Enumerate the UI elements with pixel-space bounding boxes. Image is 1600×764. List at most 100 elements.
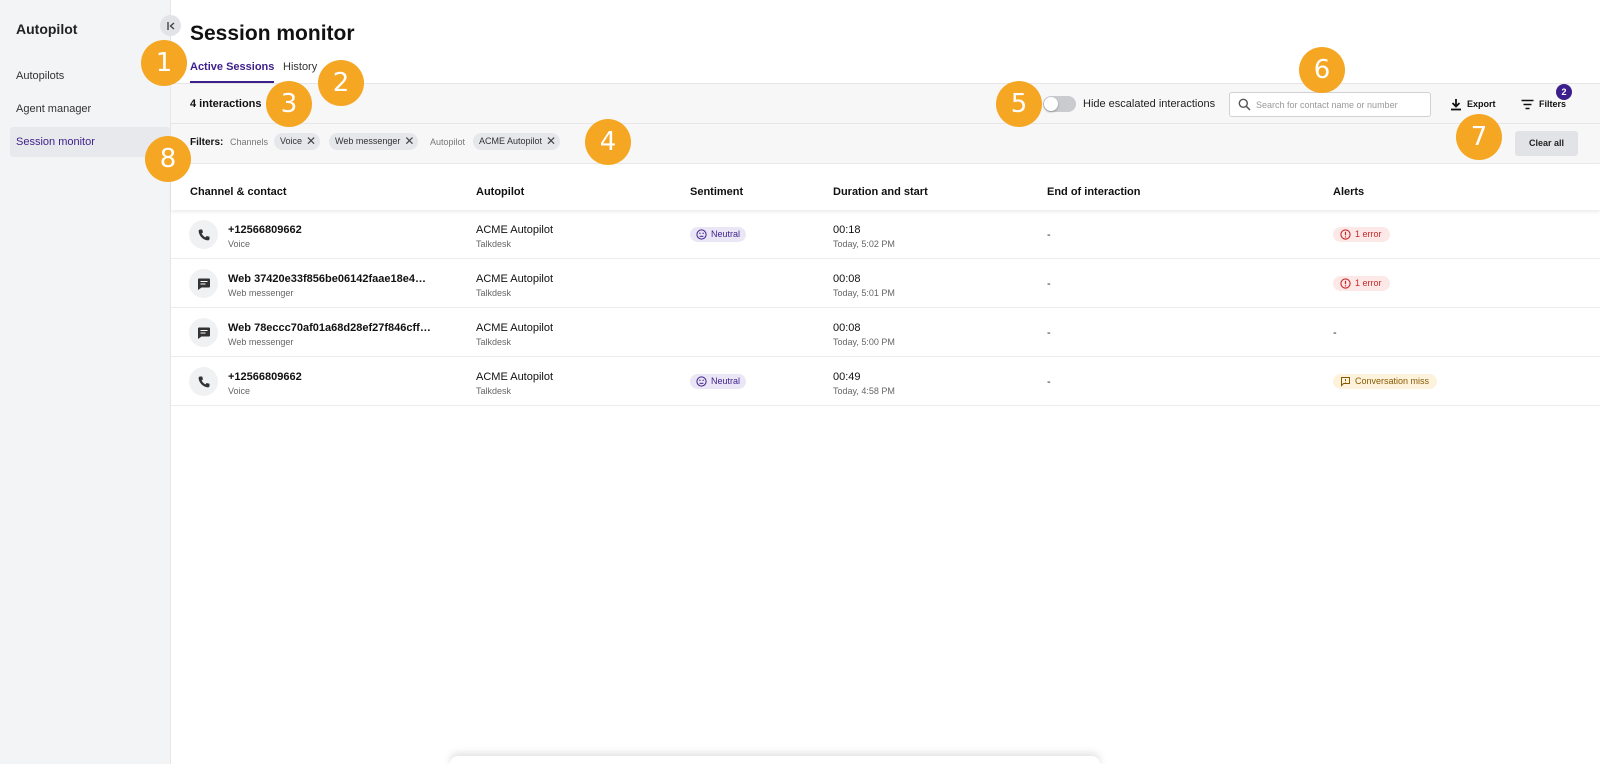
alert-label: 1 error: [1355, 278, 1382, 288]
collapse-left-icon: [166, 21, 174, 30]
channel-name: Voice: [228, 239, 251, 249]
tab-history[interactable]: History: [283, 61, 317, 83]
end-of-interaction: -: [1047, 278, 1051, 290]
start-time: Today, 4:58 PM: [833, 386, 895, 396]
app-title: Autopilot: [16, 21, 78, 37]
chat-icon: [189, 269, 218, 298]
contact-name[interactable]: Web 78eccc70af01a68d28ef27f846cff…: [228, 322, 431, 334]
column-header-autopilot[interactable]: Autopilot: [476, 186, 524, 198]
filter-chip-label: Web messenger: [335, 136, 401, 146]
error-icon: [1340, 278, 1351, 289]
alert-badge[interactable]: 1 error: [1333, 276, 1390, 291]
filters-heading: Filters:: [190, 137, 224, 148]
sentiment-badge: Neutral: [690, 227, 747, 242]
sidebar-item-agent-manager[interactable]: Agent manager: [10, 94, 170, 124]
sentiment-label: Neutral: [711, 229, 741, 239]
end-of-interaction: -: [1047, 229, 1051, 241]
column-header-duration[interactable]: Duration and start: [833, 186, 928, 198]
duration: 00:18: [833, 224, 861, 236]
duration: 00:08: [833, 322, 861, 334]
alert-label: Conversation miss: [1355, 376, 1430, 386]
callout-1: 1: [141, 40, 187, 86]
phone-icon: [189, 220, 218, 249]
close-icon[interactable]: ✕: [306, 133, 316, 150]
hide-escalated-toggle[interactable]: [1043, 96, 1076, 112]
company-name: Talkdesk: [476, 386, 512, 396]
column-header-channel[interactable]: Channel & contact: [190, 186, 287, 198]
neutral-face-icon: [696, 376, 707, 387]
autopilot-name: ACME Autopilot: [476, 224, 554, 236]
filter-group-autopilot: Autopilot: [430, 137, 466, 147]
bottom-panel-edge: [450, 756, 1100, 764]
filter-chip-web-messenger: Web messenger ✕: [329, 133, 419, 150]
callout-8: 8: [145, 136, 191, 182]
callout-2: 2: [318, 60, 364, 106]
message-alert-icon: [1341, 377, 1350, 387]
callout-5: 5: [996, 81, 1042, 127]
autopilot-name: ACME Autopilot: [476, 322, 554, 334]
company-name: Talkdesk: [476, 288, 512, 298]
column-header-end[interactable]: End of interaction: [1047, 186, 1141, 198]
table-header: Channel & contact Autopilot Sentiment Du…: [171, 164, 1600, 210]
search-input[interactable]: [1256, 95, 1426, 114]
collapse-sidebar-button[interactable]: [160, 15, 181, 36]
active-filters-bar: Filters: Channels Voice ✕ Web messenger …: [171, 124, 1600, 164]
error-icon: [1340, 229, 1351, 240]
toggle-knob: [1044, 97, 1058, 111]
company-name: Talkdesk: [476, 239, 512, 249]
contact-name[interactable]: +12566809662: [228, 224, 302, 236]
autopilot-name: ACME Autopilot: [476, 371, 554, 383]
clear-all-button[interactable]: Clear all: [1515, 131, 1578, 156]
page-title: Session monitor: [190, 22, 355, 45]
filter-group-channels: Channels: [230, 137, 269, 147]
contact-name[interactable]: +12566809662: [228, 371, 302, 383]
filters-label: Filters: [1539, 99, 1567, 109]
filter-chip-voice: Voice ✕: [274, 133, 321, 150]
chat-icon: [189, 318, 218, 347]
duration: 00:49: [833, 371, 861, 383]
start-time: Today, 5:02 PM: [833, 239, 895, 249]
table-row[interactable]: Web 37420e33f856be06142faae18e4… Web mes…: [171, 259, 1600, 308]
duration: 00:08: [833, 273, 861, 285]
hide-escalated-label: Hide escalated interactions: [1083, 98, 1216, 110]
table-row[interactable]: +12566809662 Voice ACME Autopilot Talkde…: [171, 210, 1600, 259]
sidebar: Autopilot Autopilots Agent manager Sessi…: [0, 0, 171, 764]
start-time: Today, 5:00 PM: [833, 337, 895, 347]
alert-empty: -: [1333, 327, 1337, 339]
alert-badge[interactable]: 1 error: [1333, 227, 1390, 242]
callout-4: 4: [585, 119, 631, 165]
filter-icon: [1521, 99, 1534, 109]
callout-7: 7: [1456, 114, 1502, 160]
company-name: Talkdesk: [476, 337, 512, 347]
filter-chip-acme-autopilot: ACME Autopilot ✕: [473, 133, 561, 150]
alert-badge[interactable]: Conversation miss: [1333, 374, 1438, 389]
close-icon[interactable]: ✕: [546, 133, 556, 150]
contact-name[interactable]: Web 37420e33f856be06142faae18e4…: [228, 273, 426, 285]
table-row[interactable]: +12566809662 Voice ACME Autopilot Talkde…: [171, 357, 1600, 406]
neutral-face-icon: [696, 229, 707, 240]
close-icon[interactable]: ✕: [404, 133, 414, 150]
end-of-interaction: -: [1047, 376, 1051, 388]
alert-label: 1 error: [1355, 229, 1382, 239]
filters-count-badge: 2: [1556, 84, 1572, 100]
export-label: Export: [1467, 99, 1496, 109]
column-header-alerts[interactable]: Alerts: [1333, 186, 1364, 198]
column-header-sentiment[interactable]: Sentiment: [690, 186, 743, 198]
start-time: Today, 5:01 PM: [833, 288, 895, 298]
channel-name: Web messenger: [228, 337, 294, 347]
sentiment-label: Neutral: [711, 376, 741, 386]
filter-chip-label: Voice: [280, 136, 303, 146]
export-button[interactable]: Export: [1450, 94, 1496, 114]
interaction-count: 4 interactions: [190, 98, 262, 110]
callout-3: 3: [266, 81, 312, 127]
autopilot-name: ACME Autopilot: [476, 273, 554, 285]
table-row[interactable]: Web 78eccc70af01a68d28ef27f846cff… Web m…: [171, 308, 1600, 357]
toolbar: 4 interactions Hide escalated interactio…: [171, 84, 1600, 124]
search-box: [1229, 92, 1431, 117]
phone-icon: [189, 367, 218, 396]
tab-active-sessions[interactable]: Active Sessions: [190, 61, 275, 83]
channel-name: Web messenger: [228, 288, 294, 298]
filter-chip-label: ACME Autopilot: [479, 136, 543, 146]
sentiment-badge: Neutral: [690, 374, 747, 389]
channel-name: Voice: [228, 386, 251, 396]
